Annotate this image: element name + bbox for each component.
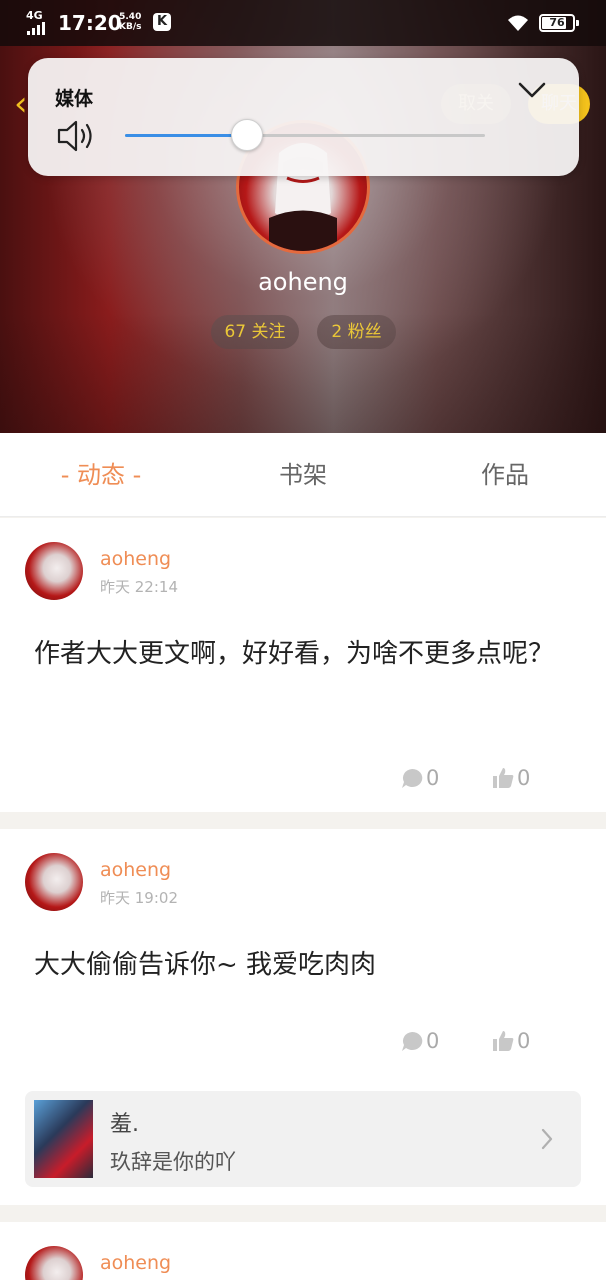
tab-works[interactable]: 作品 [404, 433, 606, 517]
like-button[interactable]: 0 [491, 1029, 530, 1053]
post-time: 昨天 19:02 [100, 889, 178, 907]
like-button[interactable]: 0 [491, 766, 530, 790]
avatar[interactable] [25, 542, 83, 600]
profile-username: aoheng [258, 268, 348, 296]
network-speed: 5.40 KB/s [119, 12, 141, 32]
quoted-user: 羞. [110, 1112, 139, 1137]
volume-slider[interactable] [125, 119, 485, 151]
speaker-icon[interactable] [56, 118, 96, 154]
post-author[interactable]: aoheng [100, 548, 171, 570]
like-count: 0 [517, 1029, 531, 1053]
network-type: 4G [26, 9, 43, 22]
chevron-right-icon [541, 1128, 553, 1150]
tab-bar: - 动态 - 书架 作品 [0, 433, 606, 517]
comment-count: 0 [426, 766, 440, 790]
thumbs-up-icon [493, 768, 514, 788]
clock: 17:20 [58, 11, 122, 35]
network-speed-unit: KB/s [119, 22, 142, 32]
post-time: 昨天 22:14 [100, 578, 178, 596]
wifi-icon [508, 15, 528, 31]
volume-panel-title: 媒体 [55, 88, 94, 110]
thumbs-up-icon [493, 1031, 514, 1051]
volume-slider-thumb[interactable] [231, 119, 264, 151]
comment-count: 0 [426, 1029, 440, 1053]
fans-count[interactable]: 2 粉丝 [317, 315, 396, 349]
status-bar: 4G 17:20 5.40 KB/s K 76 [0, 0, 606, 46]
quoted-work-thumbnail [34, 1100, 93, 1178]
comment-icon [402, 768, 423, 788]
tab-dynamics[interactable]: - 动态 - [0, 433, 202, 517]
following-count[interactable]: 67 关注 [211, 315, 299, 349]
post-card[interactable]: aoheng [0, 1222, 606, 1280]
post-content: 作者大大更文啊，好好看，为啥不更多点呢？ [34, 639, 555, 669]
battery-level: 76 [549, 16, 565, 29]
tab-bookshelf[interactable]: 书架 [202, 433, 404, 517]
signal-icon [27, 22, 45, 35]
post-card[interactable]: aoheng 昨天 22:14 作者大大更文啊，好好看，为啥不更多点呢？ 0 0 [0, 518, 606, 812]
network-speed-value: 5.40 [119, 12, 142, 22]
avatar[interactable] [25, 1246, 83, 1280]
post-content: 大大偷偷告诉你~ 我爱吃肉肉 [34, 950, 377, 980]
comment-button[interactable]: 0 [400, 766, 439, 790]
post-author[interactable]: aoheng [100, 1252, 171, 1274]
quoted-text: 玖辞是你的吖 [110, 1150, 236, 1174]
avatar[interactable] [25, 853, 83, 911]
comment-button[interactable]: 0 [400, 1029, 439, 1053]
app-notification-icon: K [153, 13, 171, 31]
chevron-down-icon[interactable] [517, 80, 547, 100]
battery-icon: 76 [539, 14, 575, 32]
post-author[interactable]: aoheng [100, 859, 171, 881]
like-count: 0 [517, 766, 531, 790]
quoted-work-card[interactable]: 羞. 玖辞是你的吖 [25, 1091, 581, 1187]
comment-icon [402, 1031, 423, 1051]
volume-panel: 媒体 [28, 58, 579, 176]
